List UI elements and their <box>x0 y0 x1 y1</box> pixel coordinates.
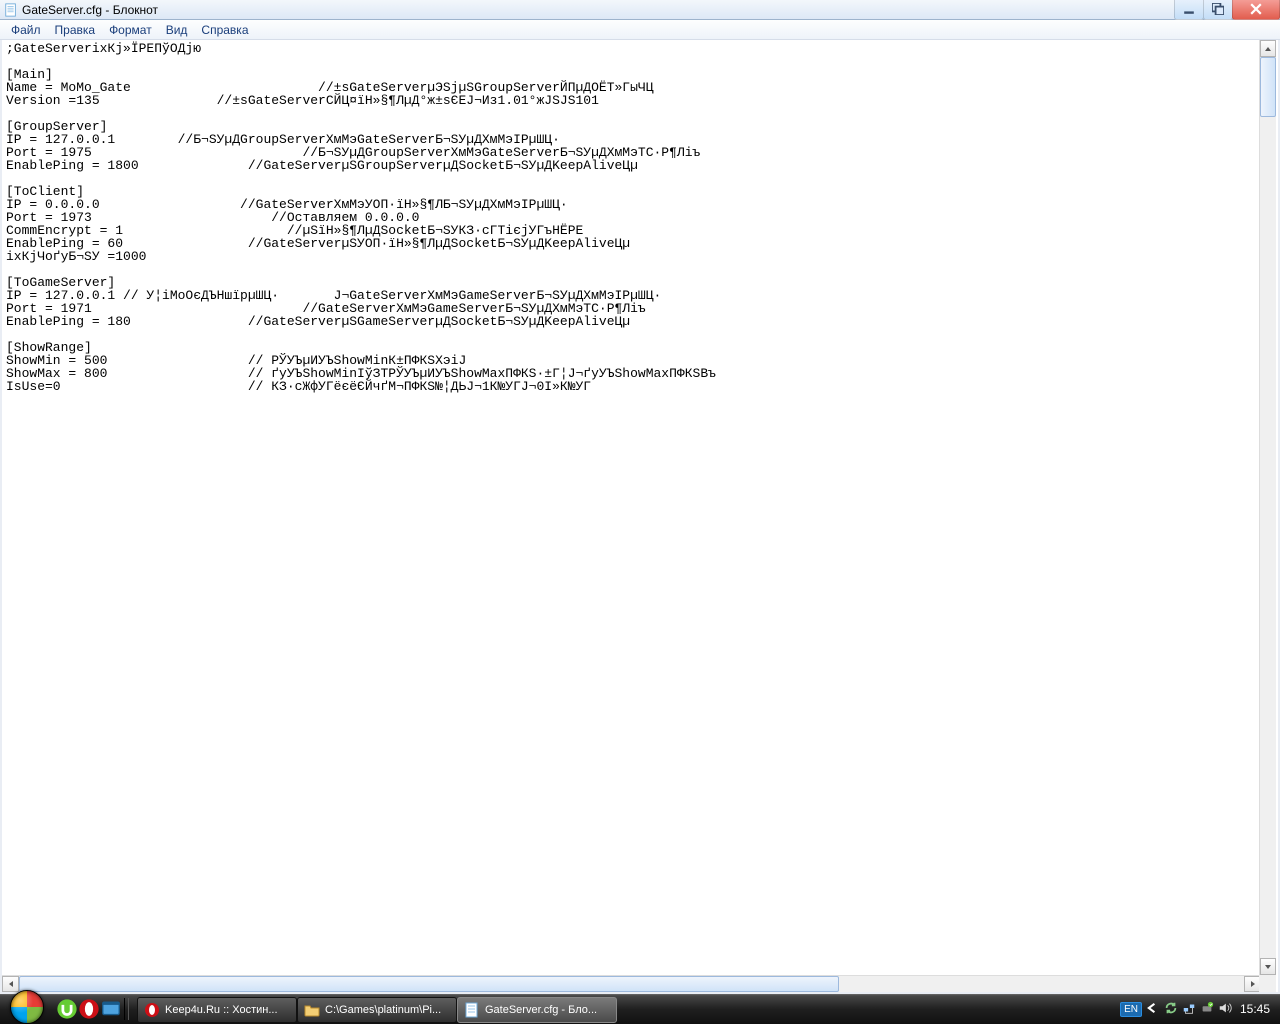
close-button[interactable] <box>1232 0 1280 20</box>
ql-opera-icon[interactable] <box>78 995 100 1023</box>
scroll-corner <box>1259 975 1276 992</box>
text-editor[interactable]: ;GateServerіхКј»ЇРЕПўОДјю [Main] Name = … <box>2 40 1278 975</box>
scroll-up-button[interactable] <box>1260 40 1276 57</box>
notepad-icon <box>4 3 18 17</box>
horizontal-scrollbar[interactable] <box>2 975 1261 992</box>
task-label: C:\Games\platinum\Pi... <box>325 1004 441 1016</box>
task-notepad[interactable]: GateServer.cfg - Бло... <box>457 997 617 1023</box>
task-buttons: Keep4u.Ru :: Хостин... C:\Games\platinum… <box>133 994 1114 1024</box>
task-explorer[interactable]: C:\Games\platinum\Pi... <box>297 997 457 1023</box>
scroll-down-button[interactable] <box>1260 958 1276 975</box>
menu-format[interactable]: Формат <box>102 21 159 39</box>
maximize-button[interactable] <box>1203 0 1233 20</box>
ql-utorrent-icon[interactable] <box>56 995 78 1023</box>
quick-launch <box>54 994 133 1024</box>
system-tray: EN 15:45 <box>1114 994 1280 1024</box>
menu-file[interactable]: Файл <box>4 21 48 39</box>
minimize-button[interactable] <box>1174 0 1204 20</box>
scroll-left-button[interactable] <box>2 976 19 992</box>
vertical-scrollbar[interactable] <box>1259 40 1276 975</box>
task-label: Keep4u.Ru :: Хостин... <box>165 1004 278 1016</box>
notepad-window: GateServer.cfg - Блокнот Файл Правка Фор… <box>0 0 1280 994</box>
window-controls <box>1175 0 1280 20</box>
language-indicator[interactable]: EN <box>1120 1002 1142 1017</box>
window-title: GateServer.cfg - Блокнот <box>22 3 1278 17</box>
menu-help[interactable]: Справка <box>194 21 255 39</box>
hscroll-thumb[interactable] <box>19 976 839 992</box>
menu-view[interactable]: Вид <box>159 21 195 39</box>
ql-show-desktop-icon[interactable] <box>100 995 122 1023</box>
folder-icon <box>304 1002 320 1018</box>
clock[interactable]: 15:45 <box>1236 1002 1274 1016</box>
tray-volume-icon[interactable] <box>1218 1001 1232 1018</box>
task-opera[interactable]: Keep4u.Ru :: Хостин... <box>137 997 297 1023</box>
tray-expand-icon[interactable] <box>1146 1001 1160 1018</box>
opera-icon <box>144 1002 160 1018</box>
ql-separator <box>124 998 129 1020</box>
menubar: Файл Правка Формат Вид Справка <box>0 20 1280 40</box>
tray-sync-icon[interactable] <box>1164 1001 1178 1018</box>
vscroll-thumb[interactable] <box>1260 57 1276 117</box>
tray-safely-remove-icon[interactable] <box>1200 1001 1214 1018</box>
editor-area: ;GateServerіхКј»ЇРЕПўОДјю [Main] Name = … <box>0 40 1280 994</box>
notepad-icon <box>464 1002 480 1018</box>
menu-edit[interactable]: Правка <box>48 21 103 39</box>
windows-orb-icon <box>10 990 44 1024</box>
tray-network-icon[interactable] <box>1182 1001 1196 1018</box>
start-button[interactable] <box>0 994 54 1024</box>
taskbar: Keep4u.Ru :: Хостин... C:\Games\platinum… <box>0 994 1280 1024</box>
task-label: GateServer.cfg - Бло... <box>485 1004 597 1016</box>
titlebar[interactable]: GateServer.cfg - Блокнот <box>0 0 1280 20</box>
